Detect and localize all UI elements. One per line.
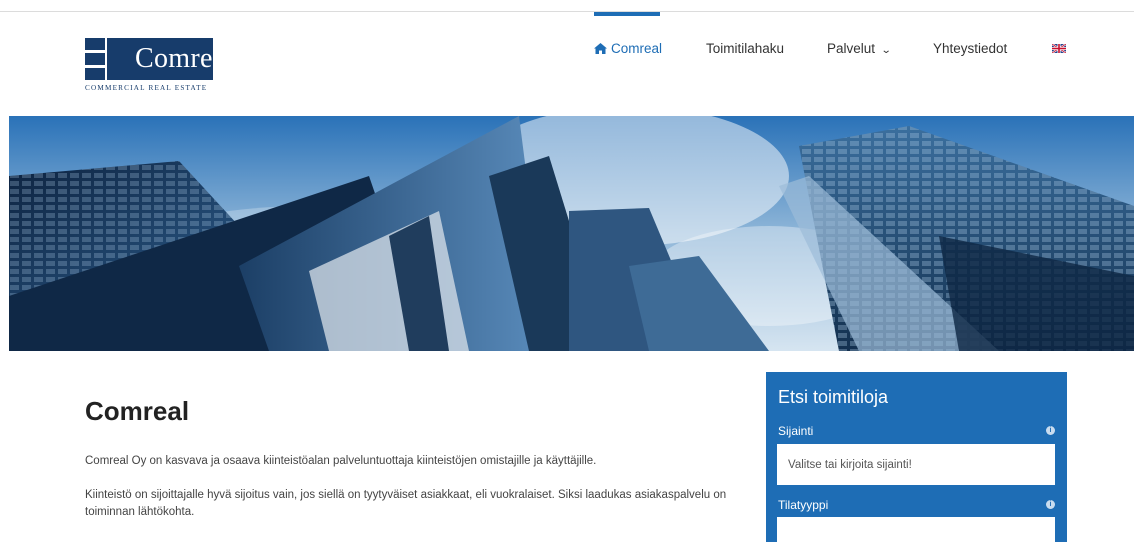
- logo-tagline: COMMERCIAL REAL ESTATE: [85, 84, 208, 92]
- hero-banner-skyscrapers: [9, 116, 1134, 351]
- page-title: Comreal: [85, 396, 190, 426]
- logo-box: Comreal: [107, 38, 233, 80]
- intro-paragraph: Comreal Oy on kasvava ja osaava kiinteis…: [85, 455, 597, 467]
- search-panel: Etsi toimitiloja Sijainti i Tilatyyppi i: [766, 372, 1067, 558]
- site-header: Comreal COMMERCIAL REAL ESTATE: [0, 12, 1134, 115]
- nav-active-indicator: [594, 12, 660, 16]
- body-paragraph: Kiinteistö on sijoittajalle hyvä sijoitu…: [85, 489, 727, 518]
- nav-item-palvelut[interactable]: Palvelut ⌄: [827, 41, 892, 56]
- nav-label: Yhteystiedot: [933, 41, 1008, 56]
- home-icon: [594, 43, 607, 54]
- field-label-sijainti: Sijainti: [778, 424, 814, 438]
- info-icon[interactable]: i: [1046, 500, 1055, 509]
- logo-wordmark: Comreal: [135, 43, 234, 74]
- field-label-tilatyyppi: Tilatyyppi: [778, 498, 829, 512]
- nav-item-yhteystiedot[interactable]: Yhteystiedot: [933, 41, 1007, 56]
- nav-label: Palvelut: [827, 41, 876, 56]
- comreal-logo[interactable]: Comreal COMMERCIAL REAL ESTATE: [85, 38, 233, 104]
- uk-flag-icon[interactable]: [1052, 44, 1066, 53]
- chevron-down-icon: ⌄: [880, 45, 892, 56]
- space-type-input[interactable]: [777, 517, 1055, 558]
- location-input[interactable]: [777, 444, 1055, 485]
- logo-mark: [85, 38, 105, 80]
- nav-item-toimitilahaku[interactable]: Toimitilahaku: [706, 41, 784, 56]
- nav-label: Toimitilahaku: [706, 41, 785, 56]
- nav-label: Comreal: [611, 41, 663, 56]
- nav-item-comreal[interactable]: Comreal: [594, 41, 662, 56]
- info-icon[interactable]: i: [1046, 426, 1055, 435]
- search-title: Etsi toimitiloja: [778, 387, 889, 407]
